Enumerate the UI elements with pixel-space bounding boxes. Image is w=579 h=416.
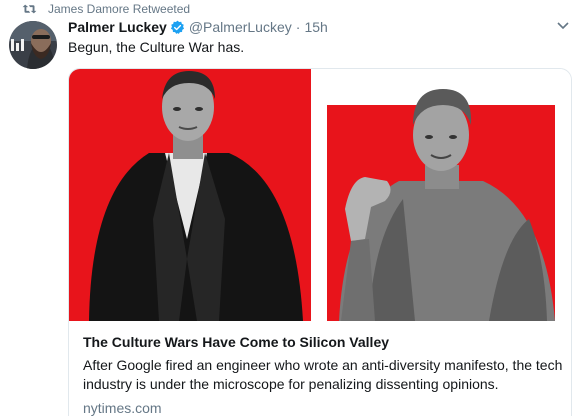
retweet-context-text[interactable]: James Damore Retweeted	[48, 2, 190, 16]
tweet[interactable]: James Damore Retweeted Palmer Luckey @Pa…	[0, 0, 579, 416]
link-card[interactable]: The Culture Wars Have Come to Silicon Va…	[68, 68, 572, 416]
card-domain: nytimes.com	[83, 400, 162, 416]
card-image	[69, 69, 571, 321]
card-body: The Culture Wars Have Come to Silicon Va…	[83, 333, 563, 416]
tweet-text: Begun, the Culture War has.	[68, 39, 245, 55]
chevron-down-icon[interactable]	[557, 22, 569, 30]
user-handle[interactable]: @PalmerLuckey	[189, 19, 292, 35]
retweet-icon	[22, 4, 37, 14]
card-title[interactable]: The Culture Wars Have Come to Silicon Va…	[83, 333, 563, 351]
avatar[interactable]	[9, 21, 57, 69]
tweet-timestamp[interactable]: 15h	[304, 19, 327, 35]
separator-dot: ·	[295, 19, 301, 35]
tweet-header: Palmer Luckey @PalmerLuckey · 15h	[68, 19, 328, 35]
verified-badge-icon	[170, 20, 184, 34]
retweet-context: James Damore Retweeted	[22, 1, 190, 17]
card-description: After Google fired an engineer who wrote…	[83, 357, 563, 392]
display-name[interactable]: Palmer Luckey	[68, 19, 167, 35]
